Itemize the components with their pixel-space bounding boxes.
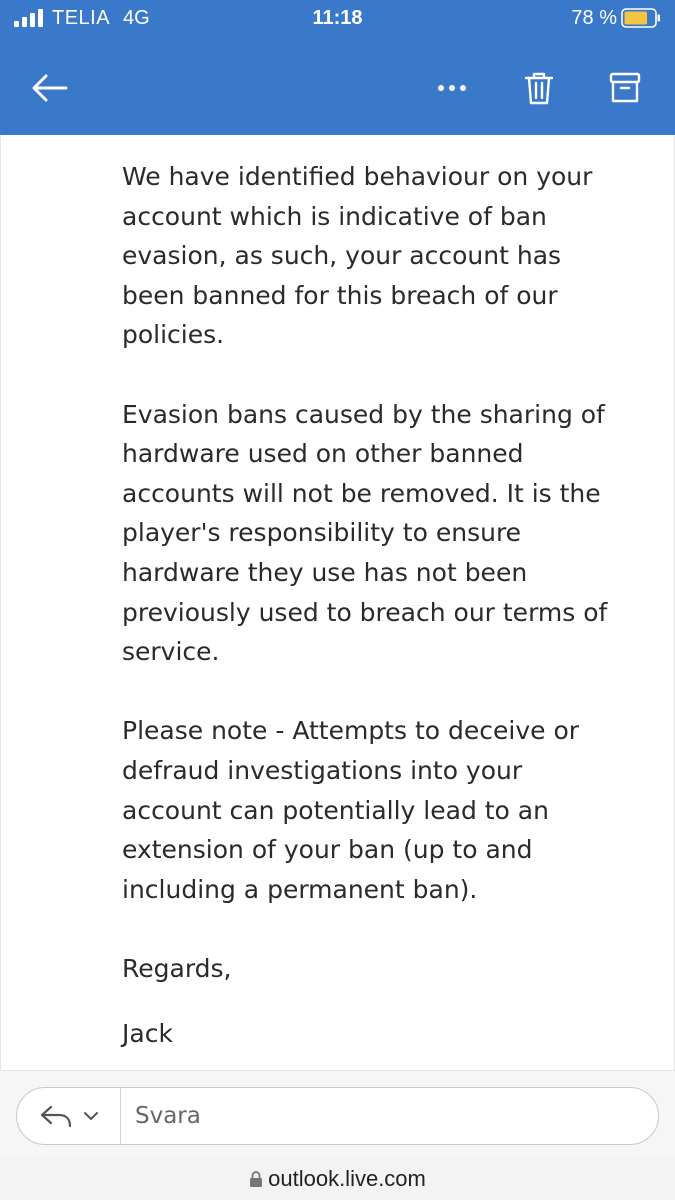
reply-box (16, 1087, 659, 1145)
reply-options-button[interactable] (17, 1088, 121, 1144)
url-text: outlook.live.com (268, 1166, 426, 1191)
lock-icon (250, 1171, 263, 1187)
message-paragraph: We have identified behaviour on your acc… (122, 162, 593, 350)
app-header: TELIA 4G 11:18 78 % (0, 0, 675, 135)
reply-input[interactable] (121, 1088, 638, 1144)
more-button[interactable] (428, 62, 476, 114)
message-signature: Jack (122, 1019, 173, 1049)
message-body: We have identified behaviour on your acc… (0, 135, 675, 1070)
message-text: We have identified behaviour on your acc… (122, 157, 642, 1070)
delete-button[interactable] (514, 62, 564, 114)
chevron-down-icon (83, 1112, 98, 1120)
more-horizontal-icon (438, 85, 466, 91)
trash-icon (524, 72, 554, 105)
battery-icon (621, 8, 660, 28)
message-closing: Regards, (122, 953, 232, 983)
reply-bar (0, 1070, 675, 1158)
message-paragraph: Evasion bans caused by the sharing of ha… (122, 399, 608, 667)
message-paragraph: Please note - Attempts to deceive or def… (122, 716, 580, 904)
reply-icon (40, 1105, 71, 1128)
archive-icon (609, 72, 641, 103)
status-bar: TELIA 4G 11:18 78 % (0, 0, 675, 38)
battery-percent: 78 % (571, 7, 617, 29)
arrow-left-icon (32, 74, 68, 102)
back-button[interactable] (22, 62, 78, 114)
url-bar[interactable]: outlook.live.com (0, 1158, 675, 1200)
archive-button[interactable] (600, 62, 650, 114)
